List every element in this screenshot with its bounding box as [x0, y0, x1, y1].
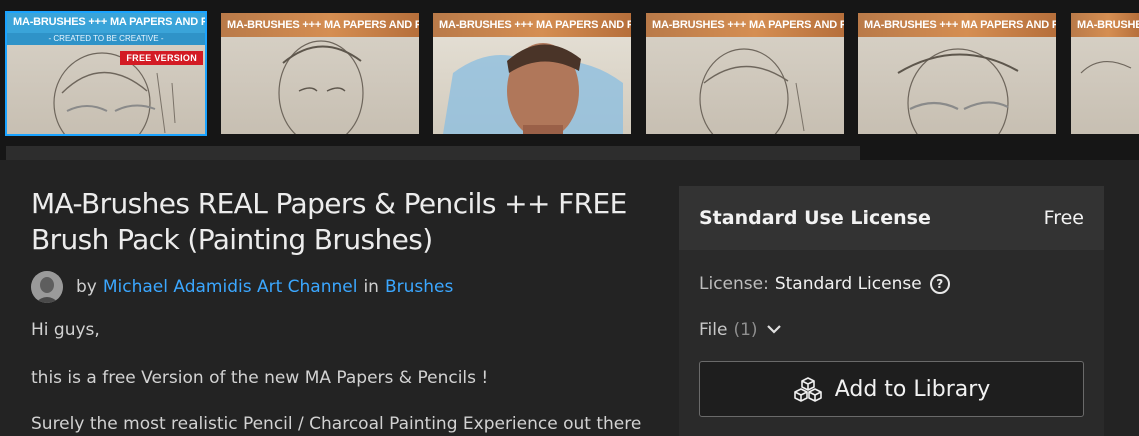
license-name: Standard Use License	[699, 207, 931, 229]
thumbnail-1[interactable]: MA-BRUSHES +++ MA PAPERS AND PENCILS - C…	[5, 11, 207, 136]
description-line: this is a free Version of the new MA Pap…	[31, 368, 489, 388]
help-icon[interactable]: ?	[929, 274, 950, 294]
thumbnail-banner: MA-BRUSHES +++ MA PAPERS AND PENCILS	[1071, 13, 1139, 37]
thumbnail-scrollbar[interactable]	[6, 146, 860, 160]
thumbnail-5[interactable]: MA-BRUSHES +++ MA PAPERS AND PENCILS	[858, 13, 1056, 134]
thumbnail-banner: MA-BRUSHES +++ MA PAPERS AND PENCILS	[646, 13, 844, 37]
thumbnail-6[interactable]: MA-BRUSHES +++ MA PAPERS AND PENCILS	[1071, 13, 1139, 134]
thumbnail-2[interactable]: MA-BRUSHES +++ MA PAPERS AND PENCILS	[221, 13, 419, 134]
file-label: File	[699, 320, 728, 340]
avatar[interactable]	[31, 271, 63, 303]
by-label: by	[76, 277, 97, 297]
thumbnail-subtitle: - CREATED TO BE CREATIVE -	[7, 33, 205, 45]
thumbnail-banner: MA-BRUSHES +++ MA PAPERS AND PENCILS	[7, 13, 205, 35]
free-version-tag: FREE VERSION	[120, 51, 203, 65]
license-header: Standard Use License Free	[679, 186, 1104, 250]
thumbnail-banner: MA-BRUSHES +++ MA PAPERS AND PENCILS	[433, 13, 631, 37]
add-to-library-label: Add to Library	[834, 376, 991, 402]
file-toggle[interactable]: File (1)	[699, 320, 782, 340]
license-label: License:	[699, 274, 769, 294]
license-row: License: Standard License ?	[699, 274, 950, 294]
license-value: Standard License	[774, 274, 922, 294]
description-line: Hi guys,	[31, 320, 100, 340]
thumbnail-strip: MA-BRUSHES +++ MA PAPERS AND PENCILS - C…	[0, 0, 1139, 160]
description-line: Surely the most realistic Pencil / Charc…	[31, 414, 642, 434]
category-link[interactable]: Brushes	[385, 277, 453, 297]
cubes-icon	[793, 376, 823, 402]
license-panel: Standard Use License Free License: Stand…	[679, 186, 1104, 436]
thumbnail-banner: MA-BRUSHES +++ MA PAPERS AND PENCILS	[221, 13, 419, 37]
add-to-library-button[interactable]: Add to Library	[699, 361, 1084, 417]
in-label: in	[363, 277, 379, 297]
thumbnail-4[interactable]: MA-BRUSHES +++ MA PAPERS AND PENCILS	[646, 13, 844, 134]
chevron-down-icon	[766, 320, 782, 340]
author-link[interactable]: Michael Adamidis Art Channel	[103, 277, 358, 297]
file-count: (1)	[733, 320, 758, 340]
author-byline: by Michael Adamidis Art Channel in Brush…	[31, 271, 453, 303]
product-title: MA-Brushes REAL Papers & Pencils ++ FREE…	[31, 187, 627, 256]
license-price: Free	[1043, 207, 1084, 229]
thumbnail-3[interactable]: MA-BRUSHES +++ MA PAPERS AND PENCILS	[433, 13, 631, 134]
thumbnail-banner: MA-BRUSHES +++ MA PAPERS AND PENCILS	[858, 13, 1056, 37]
